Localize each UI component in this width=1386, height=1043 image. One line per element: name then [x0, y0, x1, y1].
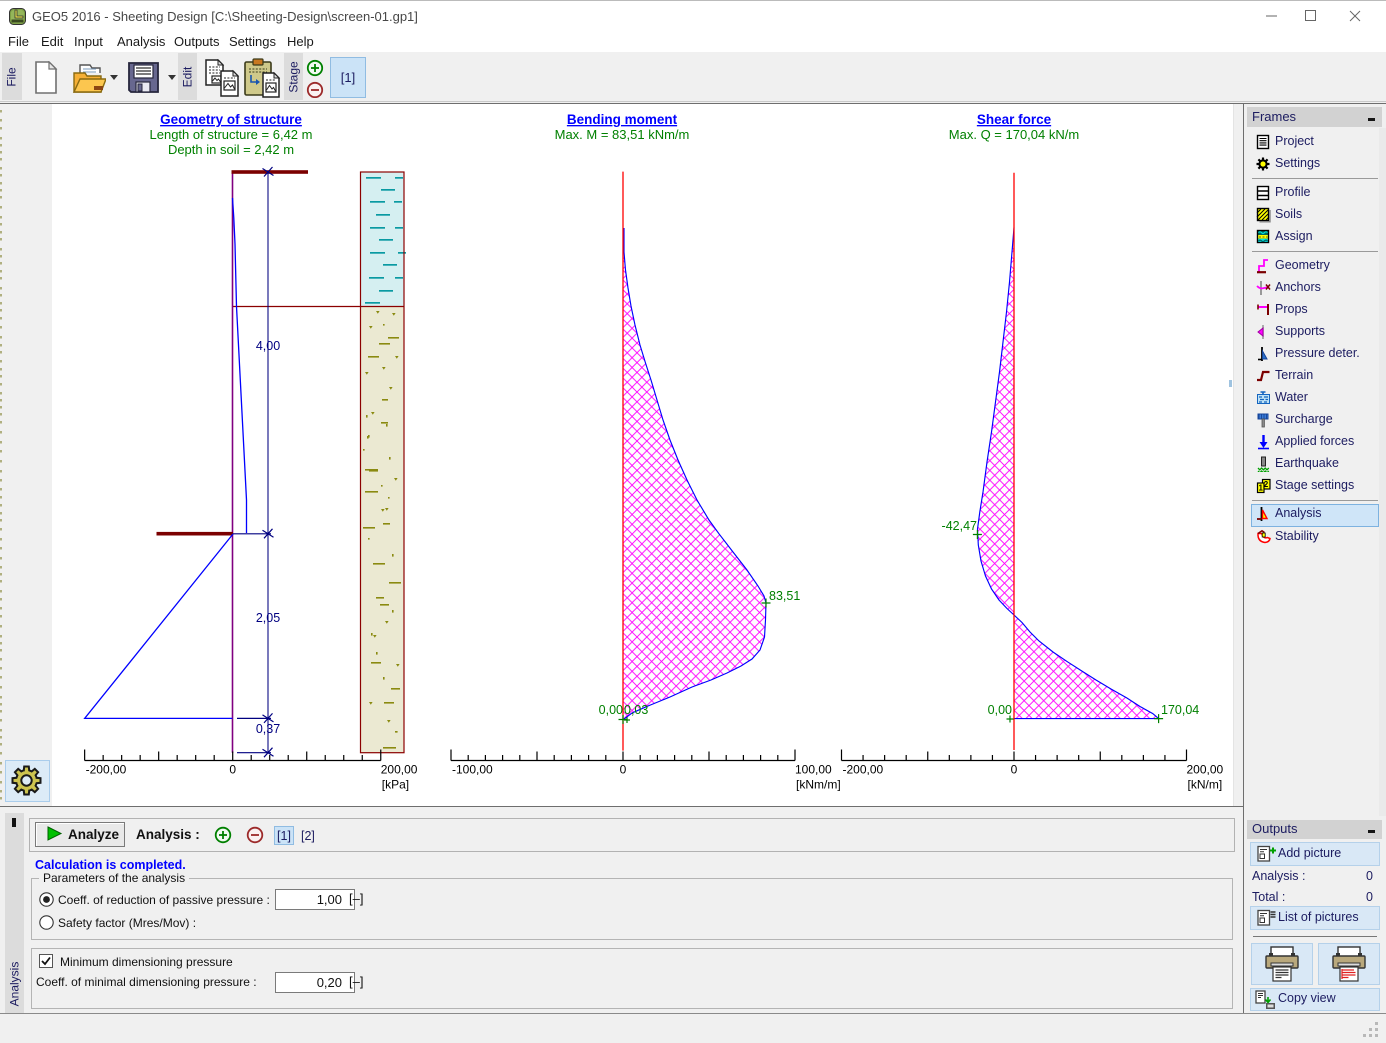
svg-text:Bending moment: Bending moment [567, 112, 678, 127]
svg-text:170,04: 170,04 [1161, 703, 1199, 717]
svg-text:-42,47: -42,47 [942, 519, 977, 533]
svg-text:Depth in soil = 2,42 m: Depth in soil = 2,42 m [168, 142, 294, 157]
svg-text:Max. M = 83,51 kNm/m: Max. M = 83,51 kNm/m [555, 127, 690, 142]
svg-text:4,00: 4,00 [256, 339, 280, 353]
svg-text:-200,00: -200,00 [86, 763, 127, 777]
svg-text:[kN/m]: [kN/m] [1188, 778, 1223, 792]
svg-text:0,03: 0,03 [624, 703, 648, 717]
svg-text:Max. Q = 170,04 kN/m: Max. Q = 170,04 kN/m [949, 127, 1079, 142]
svg-text:0: 0 [620, 763, 627, 777]
svg-text:1: 1 [1258, 483, 1263, 492]
svg-text:100,00: 100,00 [795, 763, 832, 777]
svg-text:200,00: 200,00 [381, 763, 418, 777]
svg-text:[kPa]: [kPa] [382, 778, 409, 792]
svg-text:0: 0 [1011, 763, 1018, 777]
svg-text:Shear force: Shear force [977, 112, 1052, 127]
svg-text:0,37: 0,37 [256, 722, 280, 736]
svg-text:200,00: 200,00 [1187, 763, 1224, 777]
svg-text:2,05: 2,05 [256, 611, 280, 625]
svg-text:83,51: 83,51 [769, 589, 800, 603]
svg-text:[kNm/m]: [kNm/m] [796, 778, 841, 792]
svg-text:Geometry of structure: Geometry of structure [160, 112, 302, 127]
svg-text:-100,00: -100,00 [452, 763, 493, 777]
svg-text:-200,00: -200,00 [843, 763, 884, 777]
svg-text:0,00: 0,00 [988, 703, 1012, 717]
svg-text:Length of structure = 6,42 m: Length of structure = 6,42 m [150, 127, 313, 142]
svg-text:0,00: 0,00 [599, 703, 623, 717]
svg-text:0: 0 [229, 763, 236, 777]
